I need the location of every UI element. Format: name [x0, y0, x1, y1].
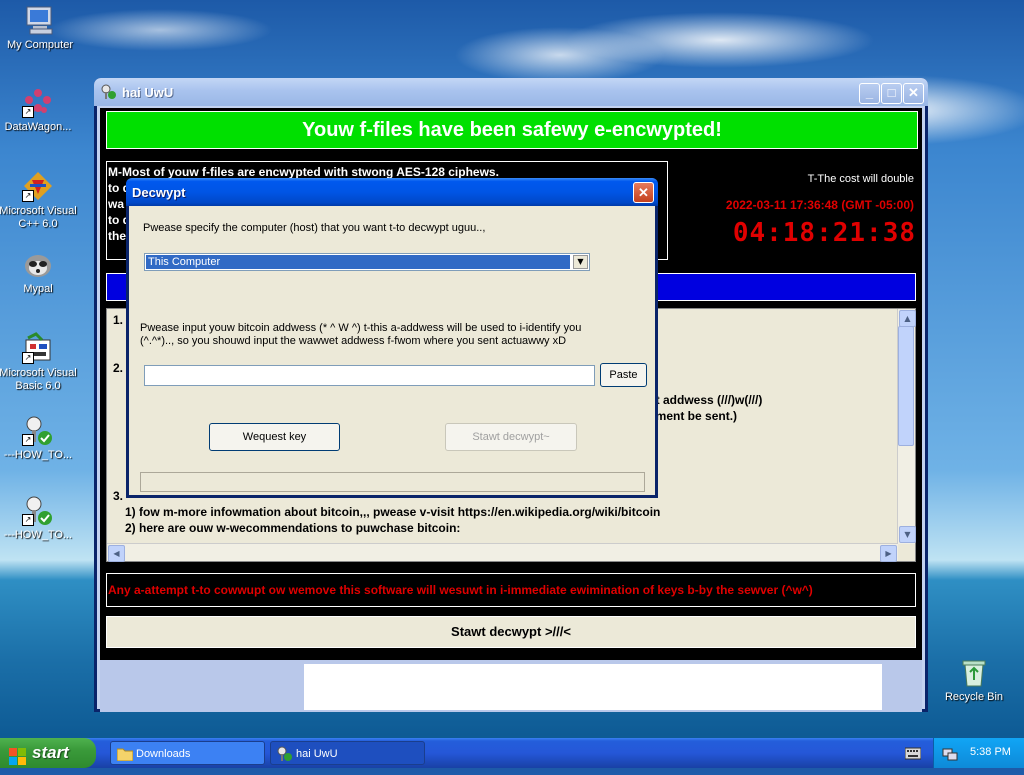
request-key-button[interactable]: Wequest key	[209, 423, 340, 451]
keyboard-icon[interactable]	[904, 746, 922, 763]
dialog-title-bar[interactable]: Decwypt ✕	[126, 178, 658, 206]
close-icon[interactable]: ✕	[633, 182, 654, 203]
key-shortcut-icon: ↗	[22, 414, 54, 446]
scroll-down-icon[interactable]: ▼	[899, 526, 916, 543]
desktop-icon-label: ---HOW_TO...	[3, 449, 73, 461]
key-shortcut-icon: ↗	[22, 494, 54, 526]
warning-text: Any a-attempt t-to cowwupt ow wemove thi…	[106, 573, 916, 607]
desktop-icon-my-computer[interactable]: My Computer	[0, 4, 80, 52]
windows-logo-icon	[9, 745, 27, 765]
visual-cpp-icon: ↗	[22, 170, 54, 202]
raccoon-icon	[22, 248, 54, 280]
taskbar-item-label: Downloads	[136, 748, 191, 760]
desktop-icon-how-to-2[interactable]: ↗ ---HOW_TO...	[0, 494, 78, 542]
minimize-button[interactable]: _	[859, 83, 880, 104]
scroll-thumb[interactable]	[898, 326, 914, 446]
start-label: start	[32, 743, 69, 762]
shortcut-arrow-icon: ↗	[22, 190, 34, 202]
host-selected-value: This Computer	[146, 255, 570, 269]
desktop-icon-label: My Computer	[6, 39, 74, 51]
app-icon	[101, 84, 117, 100]
step-number: 2.	[113, 361, 124, 375]
panel-text: 1) fow m-more infowmation about bitcoin,…	[125, 505, 661, 519]
clock[interactable]: 5:38 PM	[970, 746, 1011, 758]
taskbar: start Downloads hai UwU 5:38 PM	[0, 738, 1024, 768]
step-number: 1.	[113, 313, 124, 327]
taskbar-item-downloads[interactable]: Downloads	[110, 741, 265, 765]
desktop-icon-label: Microsoft Visual Basic 6.0	[0, 367, 77, 392]
shortcut-arrow-icon: ↗	[22, 514, 34, 526]
window-title: hai UwU	[122, 85, 174, 100]
panel-text: et addwess (///)w(///)	[649, 393, 763, 407]
recycle-bin-icon	[958, 656, 990, 688]
title-bar[interactable]: hai UwU _ □ ✕	[94, 78, 928, 106]
start-decrypt-main-button[interactable]: Stawt decwypt >///<	[106, 616, 916, 648]
host-select[interactable]: This Computer ▼	[144, 253, 590, 271]
dialog-title: Decwypt	[132, 185, 186, 200]
datawagon-icon: ↗	[22, 86, 54, 118]
desktop-icon-label: DataWagon...	[4, 121, 72, 133]
desktop-icon-label: ---HOW_TO...	[3, 529, 73, 541]
address-prompt: (^.^*).., so you shouwd input the wawwet…	[140, 335, 567, 347]
desktop-icon-label: Microsoft Visual C++ 6.0	[0, 205, 77, 230]
countdown-timer: 04:18:21:38	[732, 218, 916, 248]
desktop-icon-datawagon[interactable]: ↗ DataWagon...	[0, 86, 78, 134]
system-tray: 5:38 PM	[933, 738, 1024, 768]
encrypted-header: Youw f-files have been safewy e-encwypte…	[106, 111, 918, 149]
network-icon[interactable]	[942, 745, 958, 764]
scroll-left-icon[interactable]: ◀	[108, 545, 125, 562]
shortcut-arrow-icon: ↗	[22, 352, 34, 364]
scroll-right-icon[interactable]: ▶	[880, 545, 897, 562]
visual-basic-icon: ↗	[22, 332, 54, 364]
host-prompt: Pwease specify the computer (host) that …	[143, 222, 486, 234]
desktop-icon-label: Recycle Bin	[944, 691, 1004, 703]
taskbar-item-label: hai UwU	[296, 748, 338, 760]
computer-icon	[24, 4, 56, 36]
taskbar-item-hai-uwu[interactable]: hai UwU	[270, 741, 425, 765]
vertical-scrollbar[interactable]: ▲ ▼	[897, 309, 916, 544]
shortcut-arrow-icon: ↗	[22, 106, 34, 118]
window-bottom-area	[304, 664, 882, 710]
paste-button[interactable]: Paste	[600, 363, 647, 387]
panel-text: yment be sent.)	[649, 409, 738, 423]
close-button[interactable]: ✕	[903, 83, 924, 104]
desktop-icon-visual-cpp[interactable]: ↗ Microsoft Visual C++ 6.0	[0, 170, 78, 231]
decrypt-progress-bar	[140, 472, 645, 492]
desktop-icon-mypal[interactable]: Mypal	[0, 248, 78, 296]
step-number: 3.	[113, 489, 124, 503]
cost-note: T-The cost will double	[807, 173, 914, 185]
chevron-down-icon[interactable]: ▼	[573, 255, 588, 269]
maximize-button[interactable]: □	[881, 83, 902, 104]
decrypt-dialog: Decwypt ✕ Pwease specify the computer (h…	[126, 178, 658, 498]
panel-text: 2) here are ouw w-wecommendations to puw…	[125, 521, 461, 535]
address-prompt: Pwease input youw bitcoin addwess (* ^ W…	[140, 322, 582, 334]
dialog-body: Pwease specify the computer (host) that …	[129, 206, 655, 495]
app-icon	[277, 746, 293, 771]
desktop-icon-visual-basic[interactable]: ↗ Microsoft Visual Basic 6.0	[0, 332, 78, 393]
deadline-text: 2022-03-11 17:36:48 (GMT -05:00)	[725, 198, 914, 212]
horizontal-scrollbar[interactable]: ◀ ▶	[107, 543, 898, 562]
desktop-icon-label: Mypal	[23, 283, 53, 295]
bitcoin-address-input[interactable]	[144, 365, 595, 386]
desktop-icon-recycle-bin[interactable]: Recycle Bin	[934, 656, 1014, 704]
scroll-up-icon[interactable]: ▲	[899, 310, 916, 327]
desktop-icon-how-to-1[interactable]: ↗ ---HOW_TO...	[0, 414, 78, 462]
start-button[interactable]: start	[0, 738, 96, 768]
start-decrypt-button[interactable]: Stawt decwypt~	[445, 423, 577, 451]
folder-icon	[116, 746, 134, 770]
shortcut-arrow-icon: ↗	[22, 434, 34, 446]
